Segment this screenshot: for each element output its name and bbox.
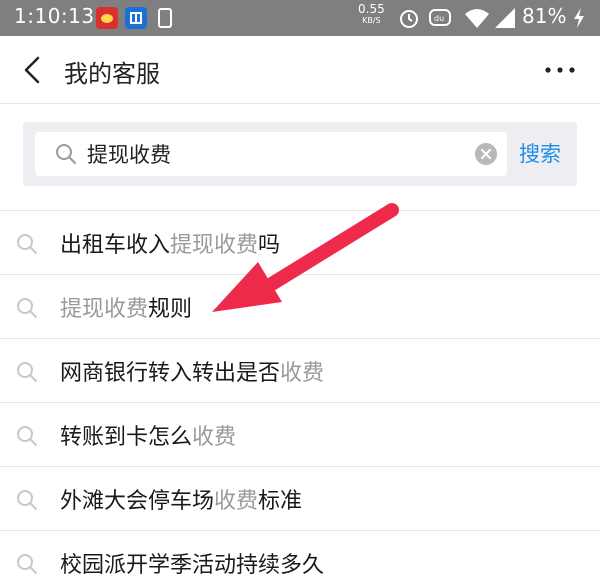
search-icon — [17, 490, 37, 510]
suggestion-text: 校园派开学季活动持续多久 — [60, 547, 324, 577]
suggestion-text: 提现收费规则 — [60, 291, 192, 323]
suggestion-text-match: 收费 — [192, 425, 237, 450]
more-options-button[interactable] — [540, 58, 580, 82]
suggestion-text: 出租车收入提现收费吗 — [60, 227, 280, 259]
weibo-icon — [96, 7, 118, 29]
suggestion-text-post: 吗 — [258, 233, 281, 258]
suggestion-item[interactable]: 转账到卡怎么收费 — [0, 402, 600, 466]
suggestion-item[interactable]: 外滩大会停车场收费标准 — [0, 466, 600, 530]
clear-button[interactable] — [475, 143, 497, 165]
suggestion-text-pre: 转账到卡怎么 — [60, 425, 193, 450]
suggestion-text-post: 规则 — [148, 297, 193, 322]
navigation-header: 我的客服 — [0, 36, 600, 104]
suggestion-item[interactable]: 出租车收入提现收费吗 — [0, 210, 600, 274]
suggestion-item[interactable]: 提现收费规则 — [0, 274, 600, 338]
suggestion-item[interactable]: 网商银行转入转出是否收费 — [0, 338, 600, 402]
suggestion-text-match: 收费 — [214, 489, 259, 514]
alipay-icon — [125, 7, 147, 29]
chevron-left-icon — [24, 56, 40, 84]
status-time: 1:10:13 — [14, 4, 95, 28]
search-icon — [56, 144, 76, 164]
signal-icon — [495, 8, 515, 28]
svg-text:du: du — [434, 14, 444, 23]
network-speed: 0.55 KB/S — [358, 3, 385, 27]
search-panel: 搜索 — [23, 122, 577, 186]
wifi-icon — [465, 9, 489, 28]
suggestion-text-pre: 校园派开学季活动持续多久 — [60, 553, 325, 577]
suggestion-text-pre: 出租车收入 — [60, 233, 171, 258]
search-icon — [17, 298, 37, 318]
suggestion-text-match: 收费 — [280, 361, 325, 386]
battery-percent: 81% — [522, 4, 567, 28]
suggestion-text: 网商银行转入转出是否收费 — [60, 355, 324, 387]
search-button[interactable]: 搜索 — [519, 138, 561, 168]
search-icon — [17, 362, 37, 382]
back-button[interactable] — [18, 54, 48, 86]
search-input[interactable] — [87, 138, 447, 170]
suggestion-item[interactable]: 校园派开学季活动持续多久 — [0, 530, 600, 577]
suggestion-text-match: 提现收费 — [170, 233, 259, 258]
search-box[interactable] — [35, 132, 507, 176]
phone-icon — [158, 8, 172, 28]
search-icon — [17, 426, 37, 446]
network-speed-unit: KB/S — [362, 16, 381, 25]
more-dots-icon — [545, 67, 575, 73]
speech-icon: du — [429, 9, 451, 26]
network-speed-value: 0.55 — [358, 2, 385, 16]
suggestion-text-match: 提现收费 — [60, 297, 149, 322]
suggestion-text-post: 标准 — [258, 489, 303, 514]
suggestion-text: 转账到卡怎么收费 — [60, 419, 236, 451]
charging-icon — [574, 8, 584, 28]
search-icon — [17, 234, 37, 254]
status-bar: 1:10:13 0.55 KB/S du 81% — [0, 0, 600, 36]
alarm-icon — [400, 10, 418, 28]
suggestion-text-pre: 网商银行转入转出是否 — [60, 361, 281, 386]
page-title: 我的客服 — [64, 60, 160, 88]
suggestion-text-pre: 外滩大会停车场 — [60, 489, 215, 514]
suggestion-text: 外滩大会停车场收费标准 — [60, 483, 302, 515]
suggestion-list: 出租车收入提现收费吗 提现收费规则 网商银行转入转出是否收费 转账到卡怎么收费 … — [0, 210, 600, 577]
search-icon — [17, 554, 37, 574]
